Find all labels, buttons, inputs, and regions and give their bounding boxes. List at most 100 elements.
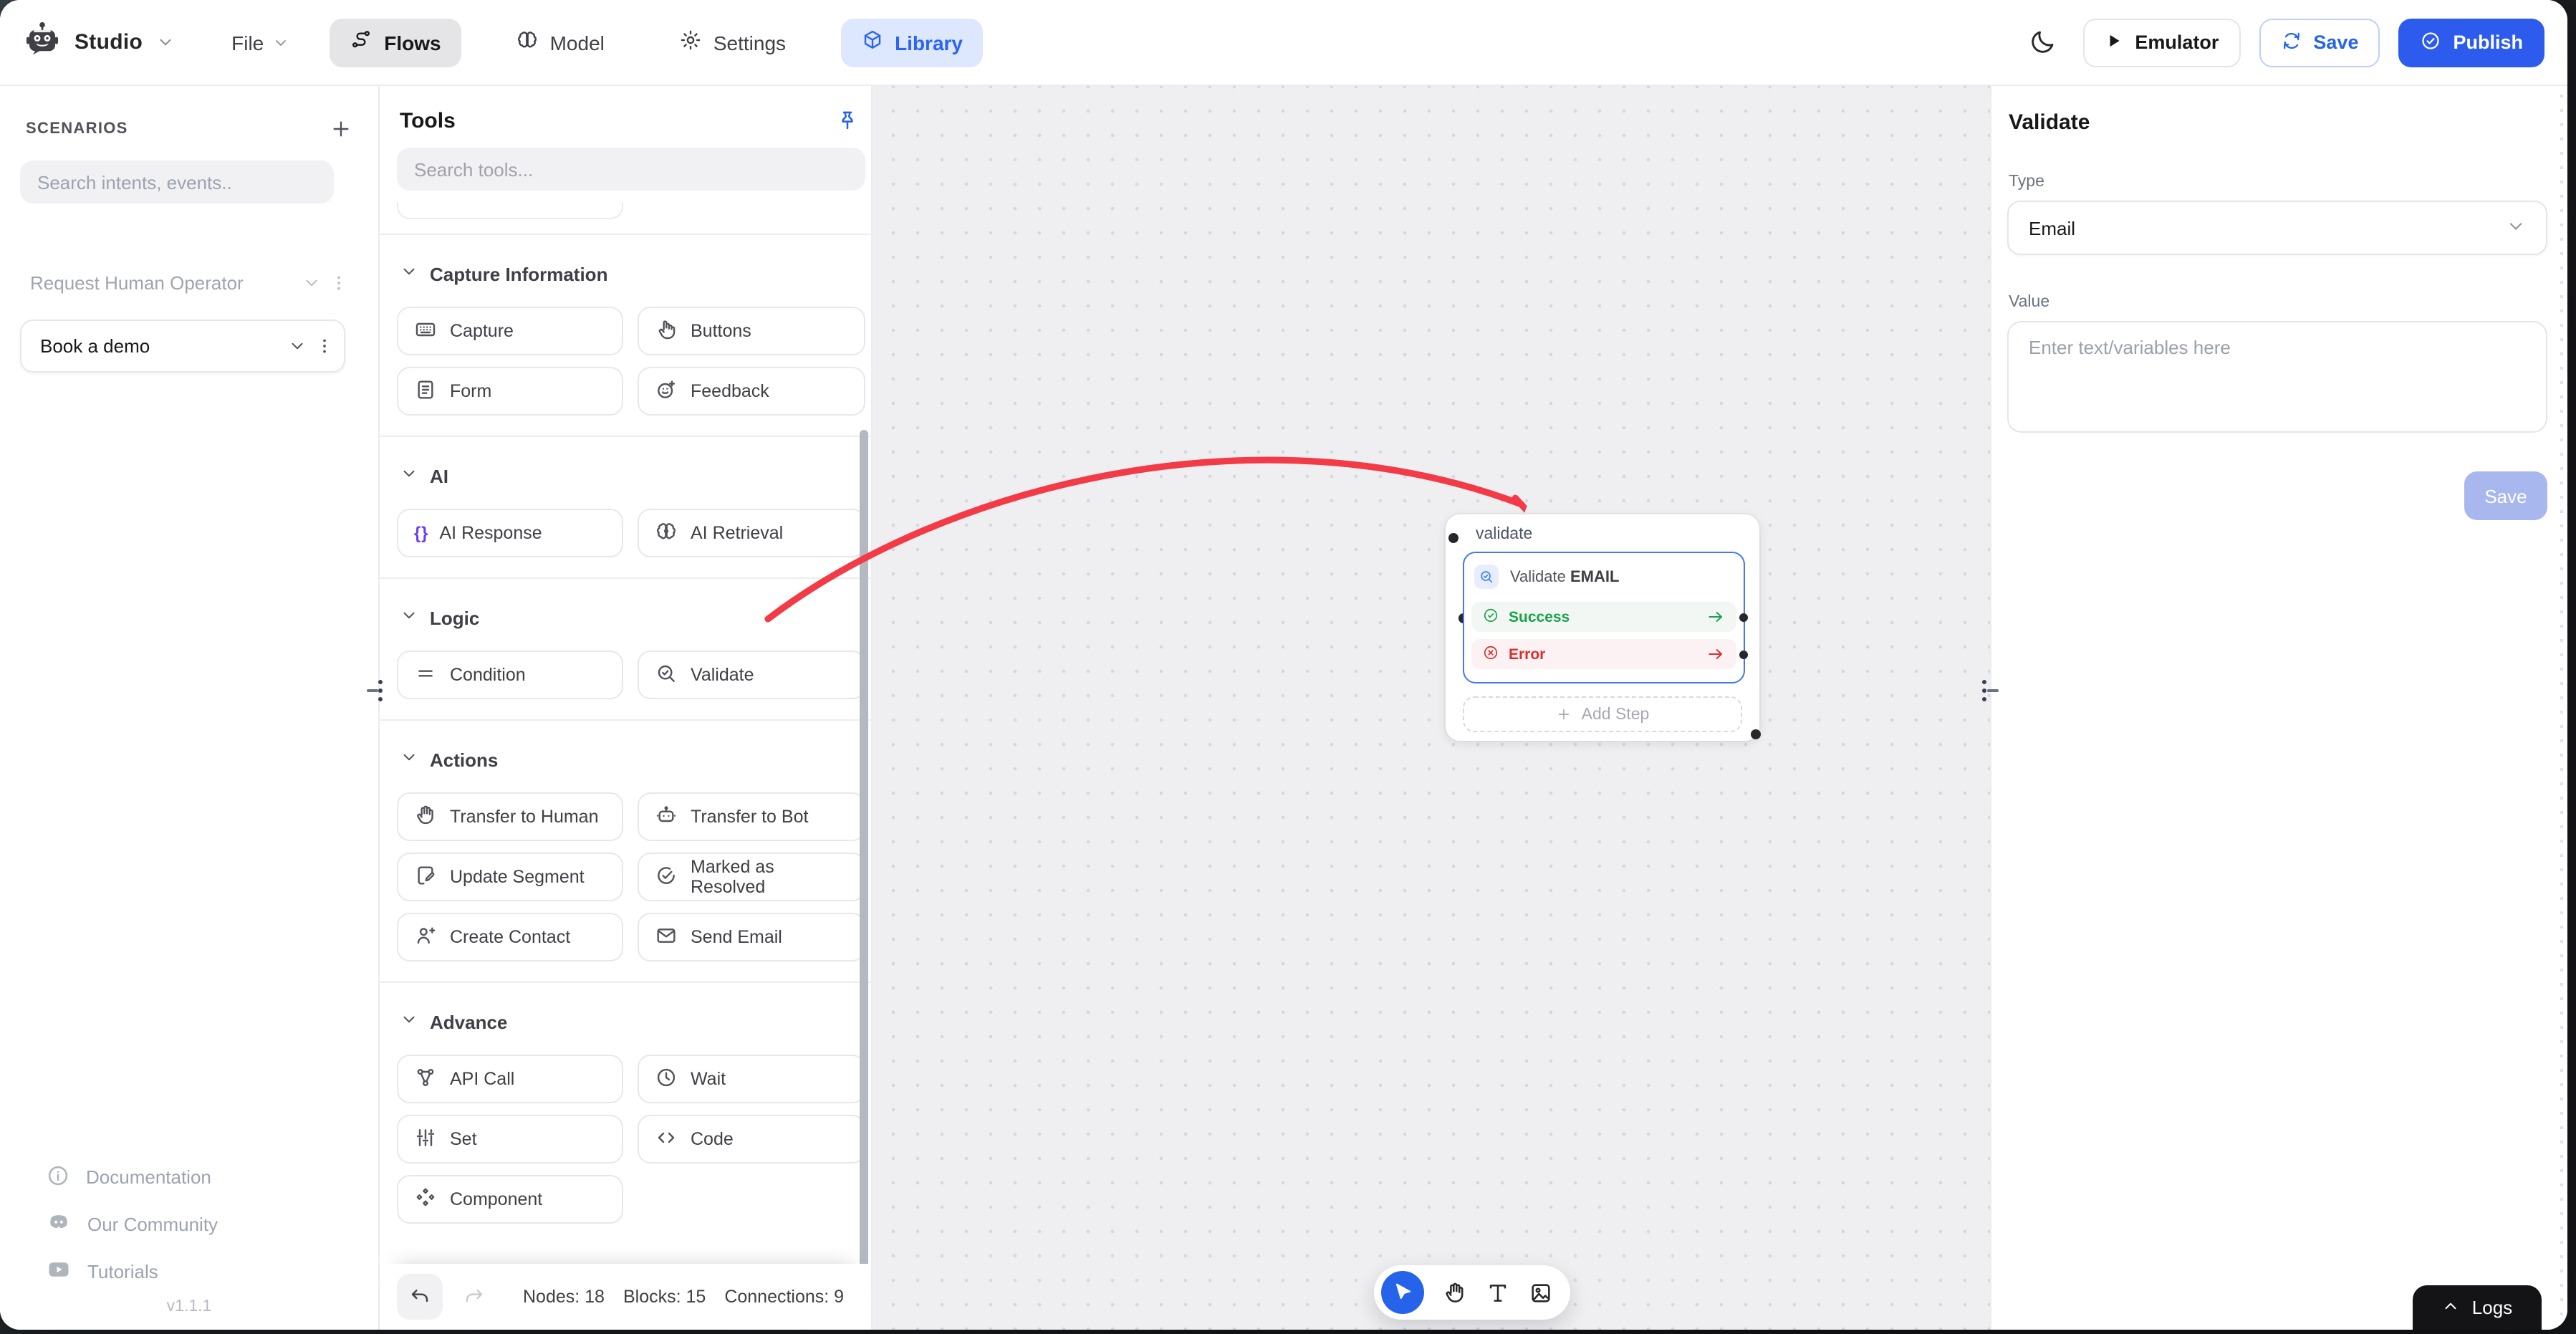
footer-item-documentation[interactable]: Documentation — [20, 1153, 358, 1201]
select-tool-button[interactable] — [1381, 1271, 1424, 1314]
file-chevron-down-icon — [272, 34, 289, 51]
brain-gear-icon — [655, 519, 678, 547]
tool-validate[interactable]: Validate — [638, 651, 865, 699]
port-connection-dot[interactable] — [1739, 650, 1748, 658]
tool-label: Capture — [450, 321, 514, 341]
scenarios-title: SCENARIOS — [26, 120, 128, 138]
scenario-item-book-a-demo[interactable]: Book a demo — [20, 320, 345, 373]
port-connection-dot[interactable] — [1739, 613, 1748, 621]
footer-item-our-community[interactable]: Our Community — [20, 1201, 358, 1248]
sliders-icon — [414, 1126, 437, 1153]
tools-scrollbar[interactable] — [860, 430, 868, 1321]
inspector-resize-handle[interactable] — [1979, 675, 2000, 714]
redo-button[interactable] — [463, 1285, 486, 1308]
tool-label: Feedback — [691, 381, 769, 401]
tool-api-call[interactable]: API Call — [397, 1055, 623, 1103]
tool-transfer-to-bot[interactable]: Transfer to Bot — [638, 792, 865, 841]
footer-item-tutorials[interactable]: Tutorials — [20, 1248, 358, 1295]
flow-canvas[interactable]: validate Validate EMAIL Success Error — [873, 86, 1990, 1330]
gear-icon — [679, 29, 702, 56]
desktop-backdrop: Studio File Flows Model Settings Library — [0, 0, 2576, 1334]
section-advance[interactable]: Advance — [400, 1010, 864, 1033]
port-error[interactable]: Error — [1471, 639, 1736, 669]
magnifier-check-icon — [1474, 565, 1499, 589]
type-select[interactable]: Email — [2007, 201, 2547, 255]
section-capture-information[interactable]: Capture Information — [400, 262, 864, 285]
kebab-menu-icon[interactable] — [315, 337, 334, 355]
arrow-right-icon — [1706, 608, 1725, 626]
tool-label: Condition — [450, 665, 526, 685]
section-actions[interactable]: Actions — [400, 748, 864, 771]
divider — [380, 436, 871, 437]
image-tool-button[interactable] — [1529, 1280, 1553, 1305]
chevron-down-icon[interactable] — [302, 273, 321, 292]
brand-menu[interactable]: Studio — [23, 19, 174, 65]
tab-library[interactable]: Library — [840, 18, 983, 67]
tools-panel: Tools Capture Information Capture Button… — [380, 86, 873, 1330]
tool-capture[interactable]: Capture — [397, 307, 623, 355]
tool-update-segment[interactable]: Update Segment — [397, 853, 623, 901]
node-connection-dot[interactable] — [1751, 729, 1761, 739]
tool-create-contact[interactable]: Create Contact — [397, 913, 623, 961]
section-logic[interactable]: Logic — [400, 606, 864, 629]
tab-flows[interactable]: Flows — [330, 18, 461, 67]
sidebar-resize-handle[interactable] — [365, 675, 387, 714]
publish-button[interactable]: Publish — [2398, 18, 2544, 67]
flow-node-validate[interactable]: validate Validate EMAIL Success Error — [1446, 514, 1759, 741]
form-document-icon — [414, 378, 437, 405]
brand-chevron-down-icon — [155, 33, 174, 52]
circle-check-icon — [1483, 607, 1499, 627]
chevron-down-icon[interactable] — [288, 337, 307, 355]
value-textarea[interactable] — [2007, 321, 2547, 433]
step-prefix: Validate — [1510, 568, 1566, 585]
add-scenario-button[interactable] — [330, 117, 352, 140]
section-label: Logic — [430, 607, 479, 628]
kebab-menu-icon[interactable] — [330, 273, 348, 292]
discord-icon — [46, 1209, 72, 1239]
port-success[interactable]: Success — [1471, 602, 1736, 632]
value-label: Value — [2009, 294, 2542, 311]
inspector-save-button[interactable]: Save — [2464, 471, 2547, 520]
validate-step-block[interactable]: Validate EMAIL Success Error — [1463, 552, 1745, 683]
scenarios-search-input[interactable] — [20, 160, 334, 203]
undo-button[interactable] — [397, 1274, 443, 1320]
tool-label: Update Segment — [450, 867, 585, 887]
tab-model[interactable]: Model — [496, 18, 625, 67]
text-tool-button[interactable] — [1486, 1280, 1510, 1305]
tool-form[interactable]: Form — [397, 367, 623, 416]
tool-feedback[interactable]: Feedback — [638, 367, 865, 416]
tool-ai-retrieval[interactable]: AI Retrieval — [638, 509, 865, 557]
node-connection-dot[interactable] — [1448, 533, 1458, 543]
document-pencil-icon — [414, 863, 437, 891]
tool-condition[interactable]: Condition — [397, 651, 623, 699]
tool-label: Form — [450, 381, 491, 401]
scenario-item-request-human-operator[interactable]: Request Human Operator — [20, 267, 358, 298]
flows-icon — [350, 29, 373, 56]
logs-label: Logs — [2472, 1297, 2512, 1318]
tool-ai-response[interactable]: { } AI Response — [397, 509, 623, 557]
save-button[interactable]: Save — [2259, 18, 2380, 67]
tool-code[interactable]: Code — [638, 1115, 865, 1163]
tab-model-label: Model — [550, 31, 605, 54]
menu-file[interactable]: File — [231, 31, 289, 54]
pin-icon[interactable] — [835, 109, 860, 133]
add-step-button[interactable]: Add Step — [1463, 696, 1742, 732]
tool-send-email[interactable]: Send Email — [638, 913, 865, 961]
tab-settings[interactable]: Settings — [659, 18, 806, 67]
emulator-button[interactable]: Emulator — [2083, 18, 2240, 67]
tools-search-input[interactable] — [397, 148, 865, 191]
tool-wait[interactable]: Wait — [638, 1055, 865, 1103]
logs-button[interactable]: Logs — [2413, 1285, 2542, 1330]
chevron-down-icon — [400, 1010, 418, 1033]
tool-set[interactable]: Set — [397, 1115, 623, 1163]
dark-mode-toggle-moon-icon[interactable] — [2029, 29, 2056, 56]
scrolled-card-edge — [397, 202, 623, 219]
tool-marked-as-resolved[interactable]: Marked as Resolved — [638, 853, 865, 901]
section-ai[interactable]: AI — [400, 464, 864, 487]
tool-transfer-to-human[interactable]: Transfer to Human — [397, 792, 623, 841]
chevron-up-icon — [2442, 1296, 2461, 1319]
tool-buttons[interactable]: Buttons — [638, 307, 865, 355]
pan-hand-tool-button[interactable] — [1443, 1280, 1467, 1305]
tool-label: AI Retrieval — [691, 523, 783, 543]
tool-component[interactable]: Component — [397, 1175, 623, 1224]
